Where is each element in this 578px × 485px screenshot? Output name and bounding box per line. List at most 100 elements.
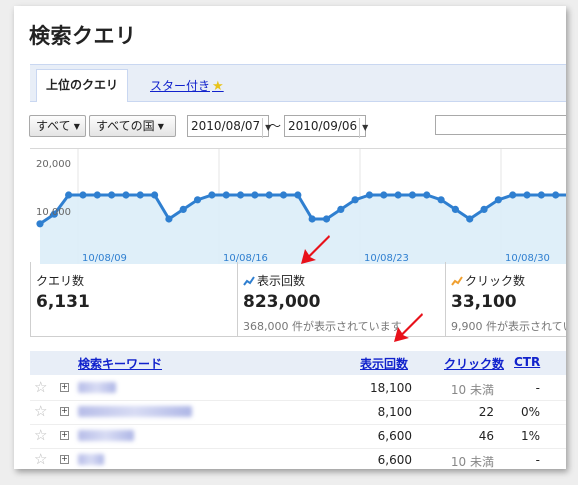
keyword-link-blurred[interactable] — [78, 454, 104, 465]
data-point — [437, 196, 445, 204]
stat-clicks-sub: 9,900 件が表示されています — [451, 320, 566, 333]
data-point — [537, 191, 545, 199]
dropdown-arrow-icon: ▼ — [73, 122, 80, 131]
cell-ctr: - — [535, 381, 540, 395]
data-point — [93, 191, 101, 199]
data-point — [294, 191, 302, 199]
stat-clicks-header: クリック数 — [451, 272, 525, 289]
tab-strip: 上位のクエリ スター付き ★ — [30, 64, 566, 102]
dropdown-arrow-icon: ▼ — [157, 122, 164, 131]
data-point — [380, 191, 388, 199]
stat-impressions-sub: 368,000 件が表示されています — [243, 320, 402, 333]
expand-icon[interactable]: + — [60, 431, 69, 440]
data-point — [208, 191, 216, 199]
data-point — [251, 191, 259, 199]
data-point — [136, 191, 144, 199]
data-point — [466, 215, 474, 223]
keyword-link-blurred[interactable] — [78, 430, 134, 441]
cell-impressions: 6,600 — [377, 429, 412, 443]
expand-icon[interactable]: + — [60, 407, 69, 416]
data-point — [150, 191, 159, 199]
stat-queries[interactable]: クエリ数 6,131 — [31, 262, 238, 336]
data-point — [394, 191, 402, 199]
stat-impressions-header: 表示回数 — [243, 272, 305, 289]
cell-impressions: 6,600 — [377, 453, 412, 467]
col-ctr-header[interactable]: CTR — [514, 355, 540, 369]
stat-queries-value: 6,131 — [36, 292, 90, 312]
stat-clicks-value: 33,100 — [451, 292, 517, 312]
data-point — [179, 205, 187, 213]
col-clicks-header[interactable]: クリック数 — [444, 355, 504, 372]
star-outline-icon[interactable]: ☆ — [34, 378, 47, 396]
scope-dropdown-label: すべて — [36, 119, 71, 133]
table-row[interactable]: ☆ + 6,600 10 未満 - — [30, 448, 566, 469]
date-separator: ～ — [269, 119, 282, 133]
cell-clicks: 22 — [478, 405, 494, 419]
tab-top-queries[interactable]: 上位のクエリ — [36, 69, 128, 102]
cell-ctr: - — [535, 453, 540, 467]
table-row[interactable]: ☆ + 18,100 10 未満 - — [30, 376, 566, 401]
data-point — [122, 191, 130, 199]
y-tick-label: 20,000 — [36, 159, 71, 170]
cell-clicks: 10 未満 — [450, 455, 494, 469]
data-point — [523, 191, 531, 199]
stat-impressions-label: 表示回数 — [257, 274, 306, 288]
cell-impressions: 8,100 — [377, 405, 412, 419]
stat-clicks[interactable]: クリック数 33,100 9,900 件が表示されています — [446, 262, 566, 336]
scope-dropdown[interactable]: すべて ▼ — [29, 115, 86, 137]
data-point — [36, 220, 44, 228]
data-point — [279, 191, 288, 199]
data-point — [451, 205, 460, 213]
data-point — [79, 191, 87, 199]
cell-clicks: 10 未満 — [450, 383, 494, 397]
date-to-value: 2010/09/06 — [288, 119, 358, 133]
arrow-shape — [301, 235, 330, 264]
date-from-value: 2010/08/07 — [191, 119, 261, 133]
date-to-field[interactable]: 2010/09/06 ▼ — [284, 115, 368, 138]
cell-ctr: 0% — [520, 405, 540, 419]
data-point — [552, 191, 560, 199]
traffic-chart: 20,000 10,000 10/08/09 10/08/16 10/08/23 10/0… — [30, 148, 566, 269]
data-point — [423, 191, 431, 199]
filter-bar: すべて ▼ すべての国 ▼ 2010/08/07 ▼ ～ 2010/09/06 ▼ — [29, 115, 566, 141]
y-tick-label: 10,000 — [36, 207, 71, 218]
keyword-link-blurred[interactable] — [78, 406, 192, 417]
stat-impressions-value: 823,000 — [243, 292, 321, 312]
data-point — [65, 191, 73, 199]
data-point — [509, 191, 517, 199]
chart-svg: 20,00010,00010/08/09 10/08/16 10/08/23 10/0… — [36, 149, 566, 269]
data-point — [351, 196, 359, 204]
star-outline-icon[interactable]: ☆ — [34, 450, 47, 468]
data-point — [108, 191, 116, 199]
search-input[interactable] — [435, 115, 566, 135]
star-icon: ★ — [212, 79, 224, 94]
expand-icon[interactable]: + — [60, 383, 69, 392]
data-point — [408, 191, 417, 199]
data-point — [308, 215, 316, 223]
trend-orange-icon — [451, 276, 463, 286]
data-point — [480, 205, 488, 213]
tab-starred[interactable]: スター付き ★ — [150, 77, 224, 94]
country-dropdown[interactable]: すべての国 ▼ — [89, 115, 176, 137]
data-point — [494, 196, 502, 204]
data-point — [236, 191, 245, 199]
col-impressions-header[interactable]: 表示回数 — [360, 355, 408, 372]
trend-blue-icon — [243, 276, 255, 286]
table-row[interactable]: ☆ + 6,600 46 1% — [30, 424, 566, 449]
star-outline-icon[interactable]: ☆ — [34, 426, 47, 444]
col-keyword-header[interactable]: 検索キーワード — [78, 355, 162, 372]
tab-starred-label: スター付き — [150, 79, 211, 93]
cell-ctr: 1% — [520, 429, 540, 443]
table-row[interactable]: ☆ + 8,100 22 0% — [30, 400, 566, 425]
keyword-link-blurred[interactable] — [78, 382, 116, 393]
star-outline-icon[interactable]: ☆ — [34, 402, 47, 420]
data-point — [322, 215, 331, 223]
date-from-field[interactable]: 2010/08/07 ▼ — [187, 115, 271, 138]
date-dropdown-icon[interactable]: ▼ — [359, 118, 370, 138]
cell-clicks: 46 — [478, 429, 494, 443]
expand-icon[interactable]: + — [60, 455, 69, 464]
page-title: 検索クエリ — [29, 24, 137, 48]
window-frame: 検索クエリ 上位のクエリ スター付き ★ すべて ▼ すべての国 ▼ 2010/08/… — [14, 6, 566, 469]
red-arrow-annotation-1 — [301, 235, 330, 264]
stats-panel: クエリ数 6,131 表示回数 823,000 368,000 件が表示されてい… — [30, 262, 566, 337]
